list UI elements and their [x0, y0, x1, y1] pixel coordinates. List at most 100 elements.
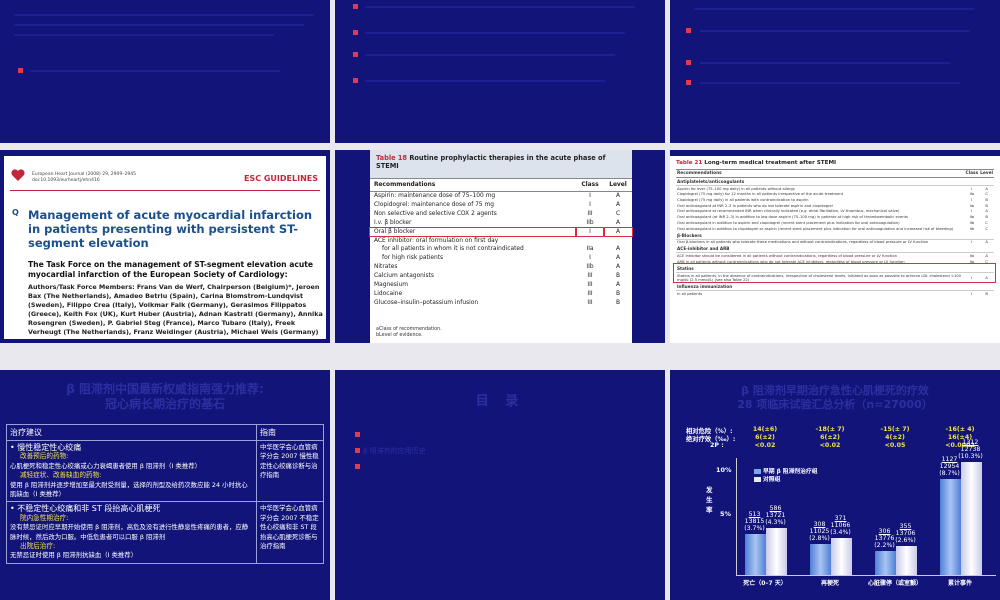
- event-count: 586: [769, 504, 782, 512]
- text-line: [365, 80, 605, 82]
- pct-label: (2.6%): [895, 537, 916, 545]
- bar-control: [831, 537, 852, 575]
- esc-guidelines-label: ESC GUIDELINES: [243, 174, 318, 183]
- slide-2-thumbnail[interactable]: [335, 0, 665, 143]
- table-row: • 慢性稳定性心绞痛 改善预后的药物: 心肌梗死和稳定性心绞痛或心力衰竭患者使用…: [6, 439, 324, 503]
- pct-label: (3.4%): [830, 528, 851, 536]
- level-cell: A: [615, 219, 621, 226]
- recommendation-cell: Oral anticoagulant in addition to clopid…: [677, 226, 954, 231]
- data-label: 355 13706 (2.6%): [893, 523, 918, 544]
- absolute-effect-value: 6(±2): [820, 434, 840, 441]
- level-cell: A: [615, 264, 621, 271]
- row-subheading: 减轻症状、改善缺血的药物:: [20, 471, 102, 480]
- class-cell: IIa: [586, 246, 594, 253]
- class-cell: III: [587, 281, 593, 288]
- slide-4-thumbnail[interactable]: European Heart Journal (2008) 29, 2909–2…: [0, 150, 330, 343]
- text-line: [694, 8, 974, 10]
- recommendation-cell: Non selective and selective COX 2 agents: [374, 210, 497, 217]
- bar-control: [961, 461, 982, 575]
- recommendation-cell: Calcium antagonists: [374, 273, 435, 280]
- recommendation-cell: Glucose–insulin–potassium infusion: [374, 299, 479, 306]
- slide-7-thumbnail[interactable]: β 阻滞剂中国最新权威指南强力推荐: 冠心病长期治疗的基石 治疗建议 指南 • …: [0, 370, 330, 600]
- level-cell: [604, 236, 632, 245]
- y-tick-label: 5%: [720, 510, 732, 518]
- bar-control: [766, 527, 787, 575]
- section-row: ACE-inhibitor and ARB: [676, 245, 994, 254]
- table-row: Lidocaine III B: [370, 290, 632, 299]
- pct-label: (2.8%): [809, 535, 830, 543]
- legend-swatch: [754, 477, 761, 482]
- recommendation-cell: Oral β blocker: [369, 226, 577, 238]
- recommendation-cell: Lidocaine: [374, 290, 403, 297]
- col-header: Class: [964, 169, 980, 178]
- bullet-icon: [686, 60, 691, 65]
- recommendation-cell: ACE inhibitor: oral formulation on first…: [374, 237, 499, 244]
- bullet-icon: [355, 448, 360, 453]
- recommendation-cell: Nitrates: [374, 264, 398, 271]
- row-text: 使用 β 阻滞剂并逐步增加至最大耐受剂量，选择的剂型及给药次数应能 24 小时抗…: [10, 480, 248, 499]
- p-value: <0.02: [819, 442, 841, 449]
- y-axis-label: 发生率: [706, 486, 713, 514]
- slide-3-thumbnail[interactable]: [670, 0, 1000, 143]
- row-text: 无禁忌证时使用 β 阻滞剂抗缺血（I 类推荐）: [10, 551, 138, 560]
- table-row: for all patients in whom it is not contr…: [370, 245, 632, 254]
- p-label: 2P :: [710, 442, 724, 449]
- bar-treatment: [745, 534, 766, 575]
- bullet-icon: [686, 80, 691, 85]
- level-cell: A: [603, 226, 633, 238]
- section-heading: ACE-inhibitor and ARB: [676, 245, 994, 254]
- recommendation-cell: for high risk patients: [382, 255, 444, 262]
- slide-title: β 阻滞剂早期治疗急性心肌梗死的疗效 28 项临床试验汇总分析（n=27000）: [670, 384, 1000, 412]
- row-subheading: 院内急性期治疗:: [20, 513, 69, 522]
- bar-control: [896, 546, 917, 575]
- table-title: Routine prophylactic therapies in the ac…: [376, 154, 606, 170]
- y-tick-label: 10%: [716, 466, 732, 474]
- level-cell: A: [615, 202, 621, 209]
- slide-8-thumbnail[interactable]: 目 录 β 阻滞剂的应用历史: [335, 370, 665, 600]
- slide-5-thumbnail[interactable]: Table 18 Routine prophylactic therapies …: [335, 150, 665, 343]
- x-tick-label: 死亡（0–7 天）: [743, 580, 787, 587]
- p-value: <0.02: [754, 442, 776, 449]
- level-cell: A: [615, 246, 621, 253]
- guideline-source: 中华医学会心血管病学分会 2007 慢性稳定性心绞痛诊断与治疗指南: [256, 439, 324, 503]
- table-row: Nitrates IIb A: [370, 263, 632, 272]
- section-row: Antiplatelets/anticoagulants: [676, 177, 994, 187]
- table-row: I.v. β blocker IIb A: [370, 219, 632, 228]
- table-heading: Table 18 Routine prophylactic therapies …: [370, 150, 632, 178]
- level-cell: B: [985, 291, 988, 296]
- x-tick-label: 心脏骤停（或室颤）: [868, 580, 923, 587]
- slide-9-thumbnail[interactable]: β 阻滞剂早期治疗急性心肌梗死的疗效 28 项临床试验汇总分析（n=27000）…: [670, 370, 1000, 600]
- table-row: ACE inhibitor: oral formulation on first…: [370, 236, 632, 245]
- level-cell: B: [615, 290, 621, 297]
- bullet-icon: [353, 30, 358, 35]
- row-subheading: 改善预后的药物:: [20, 452, 69, 461]
- relative-risk-value: -18(± 7): [815, 426, 845, 433]
- absolute-effect-value: 6(±2): [755, 434, 775, 441]
- table-18: Table 18 Routine prophylactic therapies …: [369, 150, 633, 343]
- row-text: 心肌梗死和稳定性心绞痛或心力衰竭患者使用 β 阻滞剂（I 类推荐）: [10, 461, 201, 470]
- level-cell: B: [615, 299, 621, 306]
- col-header: Level: [604, 178, 632, 192]
- level-cell: B: [615, 273, 621, 280]
- data-label: 371 11066 (3.4%): [828, 515, 853, 536]
- recommendation-cell: Aspirin: maintenance dose of 75–100 mg: [374, 193, 496, 200]
- title-line: β 阻滞剂早期治疗急性心肌梗死的疗效: [741, 384, 929, 397]
- class-cell: IIb: [586, 219, 594, 226]
- slide-6-thumbnail[interactable]: Table 21 Long-term medical treatment aft…: [670, 150, 1000, 343]
- row-text: 没有禁忌证时应早期开始使用 β 阻滞剂，高危及没有进行性静息性疼痛的患者，应静脉…: [10, 523, 249, 541]
- slide-sorter-grid: European Heart Journal (2008) 29, 2909–2…: [0, 0, 1000, 600]
- bullet-icon: [18, 68, 23, 73]
- table-heading: Table 21 Long-term medical treatment aft…: [676, 160, 994, 166]
- patient-count: 13721: [765, 511, 786, 519]
- event-count: 1312: [962, 438, 979, 446]
- data-label: 586 13721 (4.3%): [763, 505, 788, 526]
- slide-1-thumbnail[interactable]: [0, 0, 330, 143]
- level-cell: A: [615, 193, 621, 200]
- pct-label: (8.7%): [939, 470, 960, 478]
- table-row: • 不稳定性心绞痛和非 ST 段抬高心肌梗死 院内急性期治疗: 没有禁忌证时应早…: [6, 501, 324, 564]
- title-line: β 阻滞剂中国最新权威指南强力推荐:: [66, 382, 264, 396]
- table-row: for high risk patients I A: [370, 254, 632, 263]
- recommendation-table: Recommendations Class Level Aspirin: mai…: [369, 178, 633, 307]
- text-line: [14, 24, 304, 26]
- data-label: 1312 12738 (10.3%): [958, 439, 983, 460]
